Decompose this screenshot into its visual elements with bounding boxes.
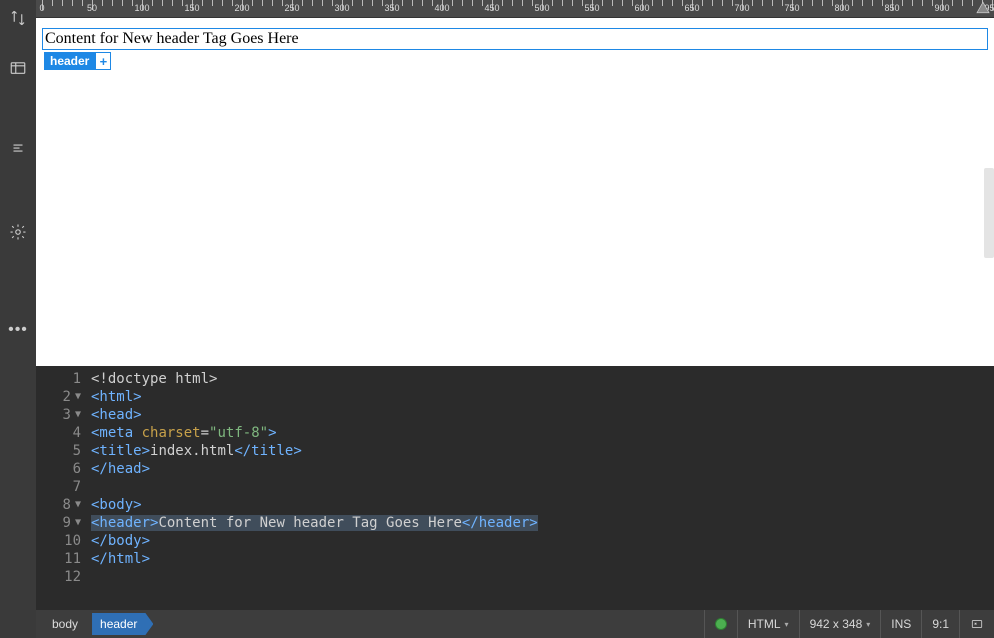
status-ok-icon[interactable] — [704, 610, 737, 638]
gutter-line: 11 — [36, 550, 81, 568]
code-line[interactable]: <header>Content for New header Tag Goes … — [91, 514, 538, 532]
code-view[interactable]: 12 ▼3 ▼45678 ▼9 ▼101112 <!doctype html><… — [36, 366, 994, 610]
code-line[interactable] — [91, 568, 538, 586]
ruler-label: 800 — [834, 3, 849, 13]
fold-toggle-icon[interactable]: ▼ — [75, 496, 81, 514]
gutter-line: 6 — [36, 460, 81, 478]
ruler-label: 350 — [384, 3, 399, 13]
breadcrumb-item[interactable]: body — [44, 613, 92, 635]
language-selector[interactable]: HTML ▾ — [737, 610, 799, 638]
ruler-label: 100 — [134, 3, 149, 13]
ruler-label: 550 — [584, 3, 599, 13]
ruler-end-marker-icon[interactable] — [974, 0, 992, 18]
ruler-label: 200 — [234, 3, 249, 13]
ruler-label: 300 — [334, 3, 349, 13]
status-bar: bodyheader HTML ▾ 942 x 348 ▾ INS 9:1 — [36, 610, 994, 638]
code-line[interactable]: </html> — [91, 550, 538, 568]
swap-arrows-icon[interactable] — [4, 4, 32, 32]
code-line[interactable]: <head> — [91, 406, 538, 424]
viewport-dimensions[interactable]: 942 x 348 ▾ — [799, 610, 881, 638]
code-gutter: 12 ▼3 ▼45678 ▼9 ▼101112 — [36, 366, 91, 610]
ruler-label: 750 — [784, 3, 799, 13]
horizontal-ruler: 0 50 100 150 200 250 300 350 400 450 500 550 600 650 7… — [36, 0, 994, 18]
ruler-label: 650 — [684, 3, 699, 13]
error-panel-icon[interactable] — [959, 610, 994, 638]
more-options-icon[interactable]: ••• — [4, 316, 32, 344]
left-icon-rail: ••• — [0, 0, 36, 638]
gutter-line: 8 ▼ — [36, 496, 81, 514]
gutter-line: 10 — [36, 532, 81, 550]
fold-toggle-icon[interactable]: ▼ — [75, 388, 81, 406]
insert-mode[interactable]: INS — [880, 610, 921, 638]
fold-toggle-icon[interactable]: ▼ — [75, 406, 81, 424]
code-line[interactable]: <title>index.html</title> — [91, 442, 538, 460]
gutter-line: 12 — [36, 568, 81, 586]
code-line[interactable]: <meta charset="utf-8"> — [91, 424, 538, 442]
ruler-label: 900 — [934, 3, 949, 13]
cursor-position: 9:1 — [921, 610, 959, 638]
tag-name-label[interactable]: header — [44, 52, 95, 70]
gutter-line: 9 ▼ — [36, 514, 81, 532]
code-line[interactable]: <body> — [91, 496, 538, 514]
ruler-label: 0 — [39, 3, 44, 13]
code-line[interactable] — [91, 478, 538, 496]
ruler-label: 700 — [734, 3, 749, 13]
format-code-icon[interactable] — [4, 134, 32, 162]
code-line[interactable]: <!doctype html> — [91, 370, 538, 388]
ruler-label: 850 — [884, 3, 899, 13]
element-tag-handle[interactable]: header + — [44, 52, 111, 70]
gutter-line: 4 — [36, 424, 81, 442]
ruler-label: 600 — [634, 3, 649, 13]
gutter-line: 7 — [36, 478, 81, 496]
gutter-line: 3 ▼ — [36, 406, 81, 424]
dom-panel-icon[interactable] — [4, 54, 32, 82]
ruler-label: 50 — [87, 3, 97, 13]
breadcrumb: bodyheader — [36, 610, 153, 638]
ruler-label: 150 — [184, 3, 199, 13]
ruler-label: 450 — [484, 3, 499, 13]
gutter-line: 1 — [36, 370, 81, 388]
ruler-label: 400 — [434, 3, 449, 13]
selected-element[interactable]: Content for New header Tag Goes Here — [42, 28, 988, 50]
code-line[interactable]: </body> — [91, 532, 538, 550]
fold-toggle-icon[interactable]: ▼ — [75, 514, 81, 532]
ruler-label: 250 — [284, 3, 299, 13]
add-element-button[interactable]: + — [95, 52, 111, 70]
breadcrumb-item[interactable]: header — [92, 613, 153, 635]
code-lines[interactable]: <!doctype html><html><head><meta charset… — [91, 366, 538, 610]
code-line[interactable]: </head> — [91, 460, 538, 478]
gutter-line: 5 — [36, 442, 81, 460]
ruler-label: 500 — [534, 3, 549, 13]
design-scrollbar[interactable] — [984, 168, 994, 258]
design-view[interactable]: Content for New header Tag Goes Here hea… — [36, 18, 994, 366]
code-line[interactable]: <html> — [91, 388, 538, 406]
settings-gear-icon[interactable] — [4, 218, 32, 246]
gutter-line: 2 ▼ — [36, 388, 81, 406]
